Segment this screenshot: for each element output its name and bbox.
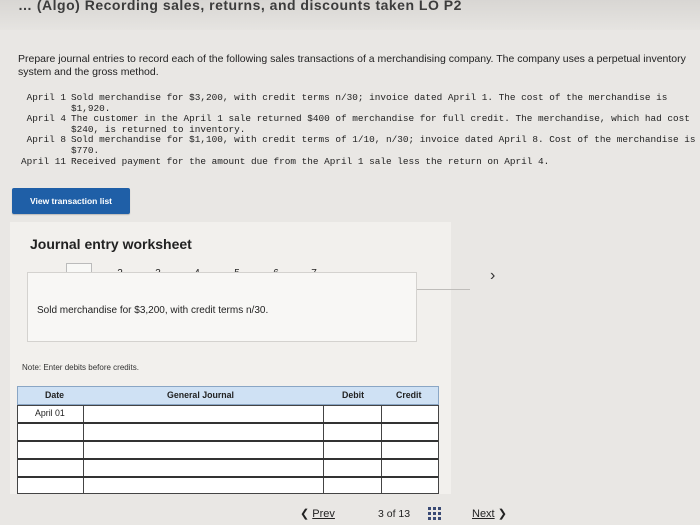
credit-cell[interactable] [382, 406, 438, 422]
transaction-text: The customer in the April 1 sale returne… [71, 113, 690, 135]
next-label: Next [472, 508, 495, 520]
transaction-row: April 4 The customer in the April 1 sale… [10, 113, 700, 135]
page-indicator: 3 of 13 [378, 508, 411, 520]
credit-cell[interactable] [382, 460, 438, 476]
transaction-row: April 1 Sold merchandise for $3,200, wit… [10, 92, 700, 114]
credit-cell[interactable] [382, 442, 438, 458]
journal-body [17, 405, 439, 494]
journal-row [18, 460, 438, 478]
prev-label: Prev [312, 508, 335, 520]
account-cell[interactable] [84, 478, 324, 494]
date-column-header: Date [45, 390, 65, 400]
footer-navigation: ❮ Prev 3 of 13 Next ❯ [0, 500, 700, 525]
transaction-list: April 1 Sold merchandise for $3,200, wit… [10, 92, 700, 168]
next-button[interactable]: Next ❯ [472, 507, 507, 520]
transaction-row: April 11 Received payment for the amount… [10, 155, 700, 168]
journal-header: Date General Journal Debit Credit [17, 386, 439, 405]
date-cell [18, 442, 84, 458]
header-strip: … (Algo) Recording sales, returns, and d… [0, 0, 700, 30]
grid-menu-icon[interactable] [428, 507, 441, 520]
account-cell[interactable] [84, 406, 324, 422]
account-cell[interactable] [84, 424, 324, 440]
transaction-description: Sold merchandise for $3,200, with credit… [37, 305, 269, 316]
journal-row [18, 442, 438, 460]
pager-next-icon[interactable]: › [490, 267, 495, 285]
transaction-text: Received payment for the amount due from… [71, 155, 550, 167]
transaction-date: April 11 [20, 155, 66, 167]
general-journal-column-header: General Journal [167, 390, 234, 400]
debit-cell[interactable] [324, 478, 382, 494]
debit-cell[interactable] [324, 424, 382, 440]
credit-column-header: Credit [396, 390, 422, 400]
credit-cell[interactable] [382, 424, 438, 440]
first-entry-date: April 01 [35, 408, 65, 418]
debit-column-header: Debit [342, 390, 364, 400]
date-cell [18, 478, 84, 494]
worksheet-title: Journal entry worksheet [30, 236, 192, 252]
transaction-description-box: Sold merchandise for $3,200, with credit… [27, 272, 417, 342]
date-cell [18, 460, 84, 476]
transaction-text: Sold merchandise for $1,100, with credit… [71, 134, 696, 156]
debit-credit-note: Note: Enter debits before credits. [22, 363, 139, 372]
account-cell[interactable] [84, 460, 324, 476]
credit-cell[interactable] [382, 478, 438, 494]
account-cell[interactable] [84, 442, 324, 458]
debit-cell[interactable] [324, 442, 382, 458]
transaction-text: Sold merchandise for $3,200, with credit… [71, 92, 668, 114]
transaction-date: April 1 [26, 92, 66, 103]
view-transaction-list-button[interactable]: View transaction list [12, 188, 130, 214]
intro-text: Prepare journal entries to record each o… [18, 53, 686, 78]
transaction-date: April 4 [26, 113, 66, 125]
debit-cell[interactable] [324, 460, 382, 476]
journal-row [18, 478, 438, 494]
prev-button[interactable]: ❮ Prev [300, 507, 335, 520]
header-title: … (Algo) Recording sales, returns, and d… [18, 0, 462, 13]
chevron-right-icon: ❯ [497, 508, 507, 520]
date-cell [18, 424, 84, 440]
transaction-date: April 8 [26, 134, 66, 146]
journal-row [18, 406, 438, 424]
debit-cell[interactable] [324, 406, 382, 422]
transaction-row: April 8 Sold merchandise for $1,100, wit… [10, 135, 700, 156]
journal-table: Date General Journal Debit Credit April … [17, 386, 439, 494]
journal-row [18, 424, 438, 442]
chevron-left-icon: ❮ [300, 508, 310, 520]
